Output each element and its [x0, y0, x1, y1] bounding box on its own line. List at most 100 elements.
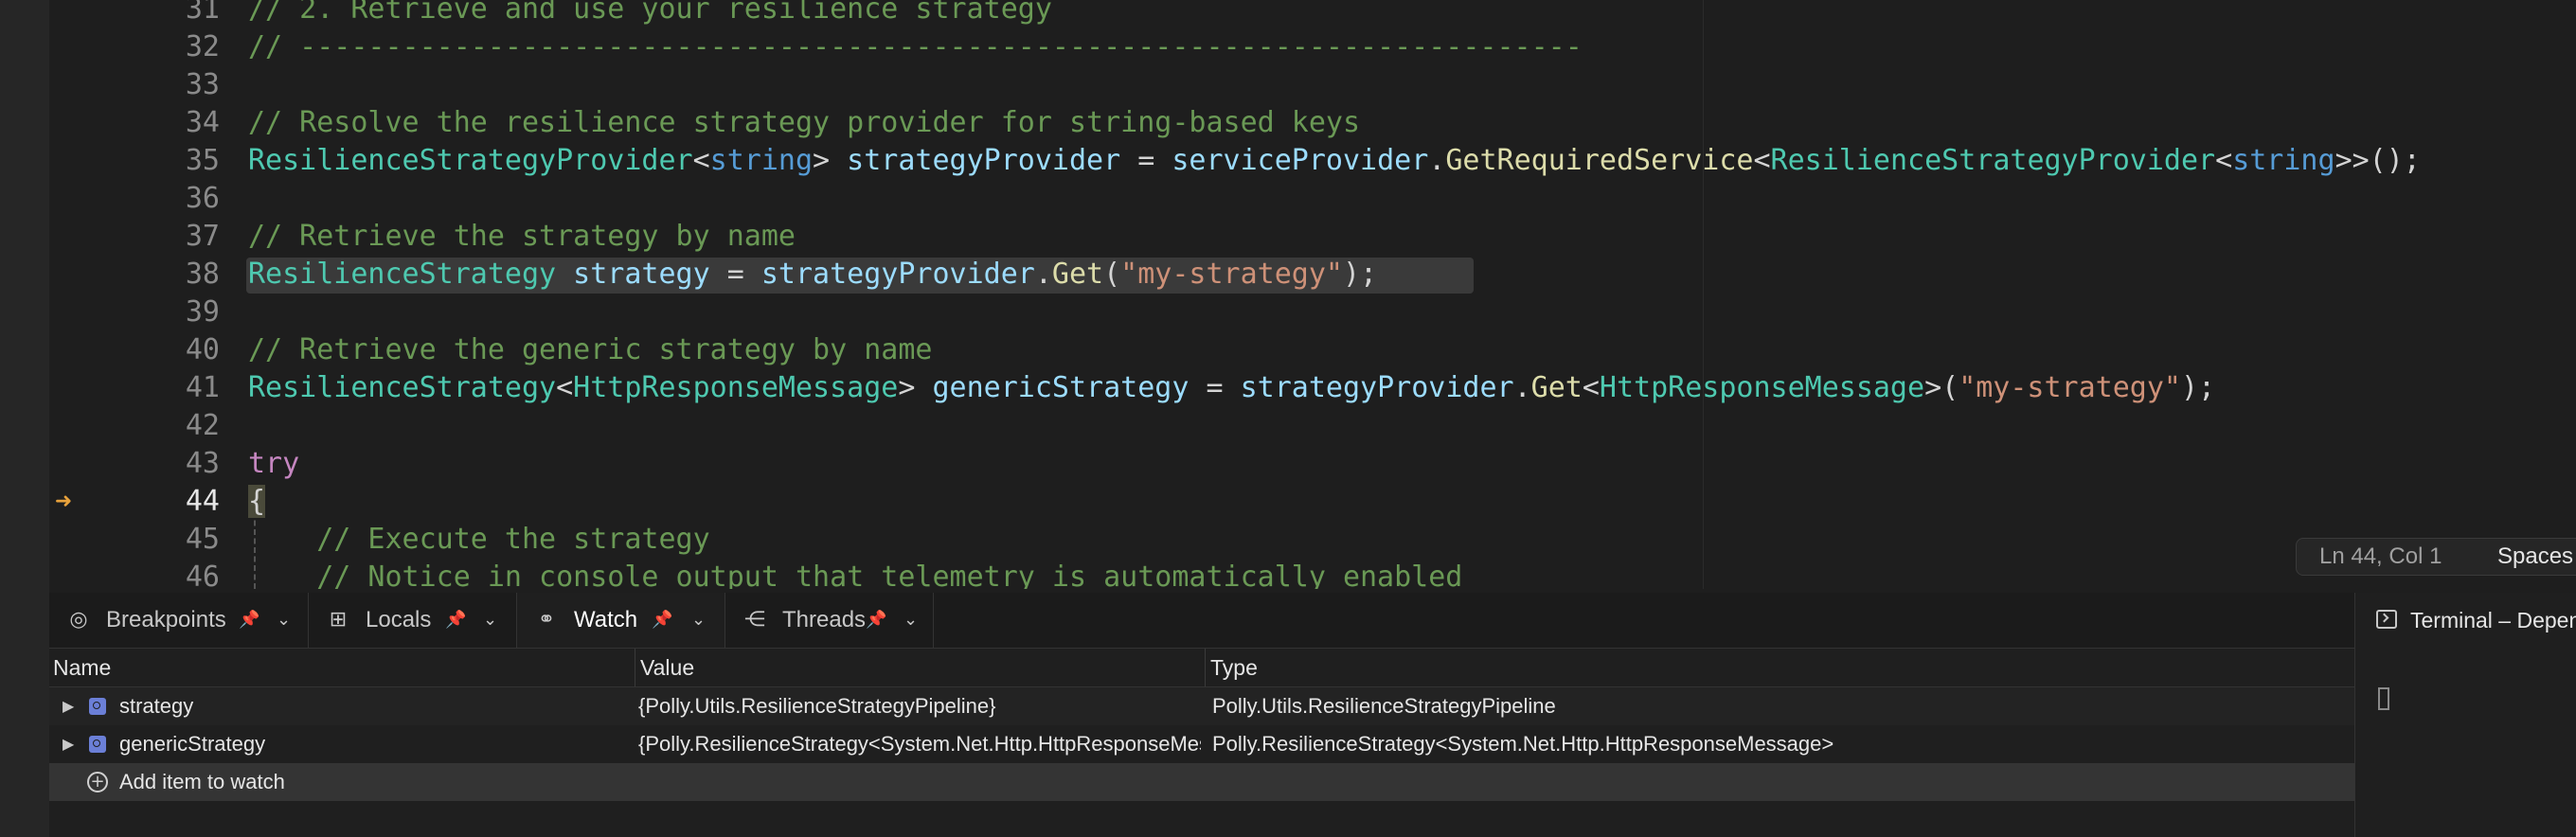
line-code[interactable]: ResilienceStrategy<HttpResponseMessage> …: [248, 369, 2215, 407]
line-number[interactable]: 40: [106, 331, 220, 369]
code-token: >>();: [2334, 144, 2421, 177]
code-token: {: [248, 485, 266, 518]
code-line[interactable]: 39: [49, 294, 2576, 331]
tab-label: Locals: [366, 607, 432, 632]
debug-panel: ◎ Breakpoints 📌 ⌄ ⊞ Locals 📌 ⌄ ⚭ Watch 📌…: [49, 593, 2354, 837]
variable-icon: [89, 698, 106, 715]
code-token: );: [1342, 258, 1378, 291]
execution-pointer-icon[interactable]: ➜: [49, 483, 78, 521]
line-number[interactable]: 35: [106, 142, 220, 180]
line-code[interactable]: ResilienceStrategyProvider<string> strat…: [248, 142, 2421, 180]
code-line[interactable]: 33: [49, 66, 2576, 104]
code-line[interactable]: 45 // Execute the strategy: [49, 521, 2576, 559]
code-line[interactable]: ➜ 44 {: [49, 483, 2576, 521]
code-token: <: [1753, 144, 1771, 177]
tab-watch[interactable]: ⚭ Watch 📌 ⌄: [517, 593, 725, 648]
line-code[interactable]: // Retrieve the generic strategy by name: [248, 331, 932, 369]
line-code[interactable]: try: [248, 445, 299, 483]
threads-icon: ⋲: [744, 608, 765, 632]
add-item-label[interactable]: Add item to watch: [119, 763, 688, 801]
line-number[interactable]: 46: [106, 559, 220, 589]
code-line[interactable]: 41 ResilienceStrategy<HttpResponseMessage…: [49, 369, 2576, 407]
line-number[interactable]: 44: [106, 483, 220, 521]
line-number[interactable]: 38: [106, 256, 220, 294]
terminal-cursor[interactable]: [2378, 687, 2389, 710]
line-number[interactable]: 32: [106, 28, 220, 66]
line-number[interactable]: 45: [106, 521, 220, 559]
expand-triangle-icon[interactable]: ▶: [63, 697, 74, 716]
column-header-name[interactable]: Name: [53, 649, 111, 686]
chevron-down-icon[interactable]: ⌄: [483, 608, 497, 632]
pin-icon[interactable]: 📌: [866, 608, 886, 632]
code-line[interactable]: 35 ResilienceStrategyProvider<string> str…: [49, 142, 2576, 180]
tab-locals[interactable]: ⊞ Locals 📌 ⌄: [309, 593, 517, 648]
watch-type: Polly.ResilienceStrategy<System.Net.Http…: [1212, 732, 1834, 756]
line-number[interactable]: 42: [106, 407, 220, 445]
tab-label: Watch: [574, 607, 638, 632]
line-code[interactable]: // Execute the strategy: [248, 521, 709, 559]
debug-tab-bar: ◎ Breakpoints 📌 ⌄ ⊞ Locals 📌 ⌄ ⚭ Watch 📌…: [49, 593, 2354, 649]
line-number[interactable]: 37: [106, 218, 220, 256]
pin-icon[interactable]: 📌: [445, 608, 466, 632]
line-code[interactable]: ResilienceStrategy strategy = strategyPr…: [248, 256, 1377, 294]
code-line[interactable]: 40 // Retrieve the generic strategy by na…: [49, 331, 2576, 369]
code-line[interactable]: 36: [49, 180, 2576, 218]
pin-icon[interactable]: 📌: [239, 608, 259, 632]
tab-threads[interactable]: ⋲ Threads 📌 ⌄: [725, 593, 934, 648]
line-code[interactable]: // 2. Retrieve and use your resilience s…: [248, 0, 1052, 28]
code-token: "my-strategy": [1959, 371, 2181, 404]
code-token: >: [813, 144, 848, 177]
column-header-type[interactable]: Type: [1210, 649, 1258, 686]
pin-icon[interactable]: 📌: [652, 608, 672, 632]
line-number[interactable]: 36: [106, 180, 220, 218]
code-line[interactable]: 37 // Retrieve the strategy by name: [49, 218, 2576, 256]
watch-row[interactable]: ▶ strategy {Polly.Utils.ResilienceStrate…: [49, 687, 2354, 725]
add-circle-icon[interactable]: +: [87, 772, 108, 792]
code-line[interactable]: 34 // Resolve the resilience strategy pro…: [49, 104, 2576, 142]
indentation-setting[interactable]: Spaces: [2497, 539, 2573, 575]
line-code[interactable]: // Resolve the resilience strategy provi…: [248, 104, 1360, 142]
line-number[interactable]: 31: [106, 0, 220, 28]
code-line[interactable]: 42: [49, 407, 2576, 445]
line-number[interactable]: 33: [106, 66, 220, 104]
code-token: // -------------------------------------…: [248, 30, 1583, 63]
locals-icon: ⊞: [329, 608, 348, 632]
code-token: ResilienceStrategyProvider: [1770, 144, 2216, 177]
code-line[interactable]: 38 ResilienceStrategy strategy = strategy…: [49, 256, 2576, 294]
watch-type: Polly.Utils.ResilienceStrategyPipeline: [1212, 694, 1556, 718]
line-code[interactable]: // Notice in console output that telemet…: [248, 559, 1462, 589]
line-number[interactable]: 39: [106, 294, 220, 331]
line-code[interactable]: // Retrieve the strategy by name: [248, 218, 796, 256]
chevron-down-icon[interactable]: ⌄: [903, 608, 918, 632]
code-line[interactable]: 43 try: [49, 445, 2576, 483]
add-watch-row[interactable]: + Add item to watch: [49, 763, 2354, 801]
chevron-down-icon[interactable]: ⌄: [691, 608, 706, 632]
code-editor[interactable]: 31 // 2. Retrieve and use your resilience…: [49, 0, 2576, 589]
code-token: strategyProvider: [1240, 371, 1514, 404]
code-token: strategy: [573, 258, 710, 291]
code-token: string: [709, 144, 814, 177]
cursor-position[interactable]: Ln 44, Col 1: [2319, 539, 2442, 575]
column-divider[interactable]: [1205, 649, 1206, 686]
tab-terminal[interactable]: Terminal – Depen: [2355, 593, 2576, 648]
code-token: // 2. Retrieve and use your resilience s…: [248, 0, 1052, 26]
column-header-value[interactable]: Value: [640, 649, 694, 686]
expand-triangle-icon[interactable]: ▶: [63, 735, 74, 754]
tab-breakpoints[interactable]: ◎ Breakpoints 📌 ⌄: [49, 593, 309, 648]
code-line[interactable]: 32 // -----------------------------------…: [49, 28, 2576, 66]
line-code[interactable]: // -------------------------------------…: [248, 28, 1583, 66]
line-number[interactable]: 43: [106, 445, 220, 483]
line-code[interactable]: {: [248, 483, 266, 521]
line-number[interactable]: 34: [106, 104, 220, 142]
code-token: );: [2181, 371, 2216, 404]
code-token: <: [1582, 371, 1600, 404]
code-line[interactable]: 31 // 2. Retrieve and use your resilience…: [49, 0, 2576, 28]
chevron-down-icon[interactable]: ⌄: [277, 608, 291, 632]
code-token: strategyProvider: [760, 258, 1035, 291]
code-token: // Retrieve the strategy by name: [248, 220, 796, 253]
breakpoints-icon: ◎: [69, 608, 88, 632]
code-line[interactable]: 46 // Notice in console output that tele…: [49, 559, 2576, 589]
line-number[interactable]: 41: [106, 369, 220, 407]
terminal-panel: Terminal – Depen: [2354, 593, 2576, 837]
watch-row[interactable]: ▶ genericStrategy {Polly.ResilienceStrat…: [49, 725, 2354, 763]
